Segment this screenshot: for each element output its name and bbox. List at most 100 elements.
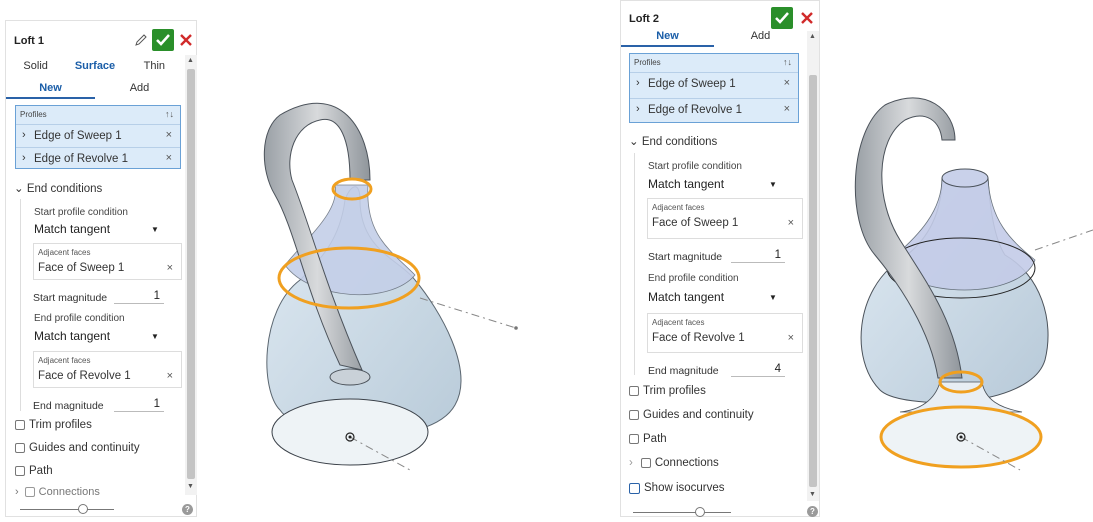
end-magnitude-input[interactable]: 4 [731, 363, 785, 377]
guides-continuity-label: Guides and continuity [29, 442, 140, 454]
remove-icon[interactable]: × [784, 77, 790, 89]
confirm-button[interactable] [152, 29, 174, 51]
connections-checkbox[interactable]: › Connections [629, 457, 719, 469]
confirm-button[interactable] [771, 7, 793, 29]
pencil-icon[interactable] [134, 33, 148, 47]
connections-checkbox[interactable]: › Connections [15, 486, 100, 498]
checkbox[interactable] [15, 443, 25, 453]
start-magnitude-input[interactable]: 1 [731, 249, 785, 263]
checkbox[interactable] [640, 458, 651, 468]
scrollbar[interactable]: ▲ ▼ [807, 31, 819, 501]
chevron-down-icon[interactable]: ⌄ [14, 183, 24, 195]
end-adjacent-faces-field[interactable]: Adjacent faces Face of Revolve 1 × [33, 351, 182, 388]
tab-add[interactable]: Add [714, 27, 807, 47]
chevron-right-icon[interactable]: › [22, 129, 26, 141]
end-adjacent-faces-field[interactable]: Adjacent faces Face of Revolve 1 × [647, 313, 803, 353]
tab-new[interactable]: New [6, 79, 95, 99]
checkbox[interactable] [629, 386, 639, 396]
chevron-right-icon[interactable]: › [22, 152, 26, 164]
path-checkbox[interactable]: Path [15, 465, 53, 477]
adjacent-faces-value: Face of Revolve 1 [652, 332, 745, 344]
section-guide-line [634, 153, 635, 375]
sort-icon[interactable]: ↑↓ [783, 57, 792, 67]
tab-add[interactable]: Add [95, 79, 184, 99]
operation-tabs: New Add [621, 27, 807, 47]
guides-continuity-checkbox[interactable]: Guides and continuity [629, 409, 754, 421]
path-checkbox[interactable]: Path [629, 433, 667, 445]
trim-profiles-checkbox[interactable]: Trim profiles [15, 419, 92, 431]
scroll-down-icon[interactable]: ▼ [187, 483, 194, 490]
viewport-2[interactable] [830, 60, 1093, 517]
remove-icon[interactable]: × [166, 152, 172, 164]
caret-down-icon[interactable]: ▼ [769, 293, 777, 302]
show-isocurves-checkbox[interactable]: Show isocurves [629, 482, 725, 494]
end-magnitude-input[interactable]: 1 [114, 398, 164, 412]
checkbox[interactable] [629, 434, 639, 444]
end-profile-condition-select[interactable]: Match tangent [34, 329, 110, 343]
end-conditions-label: End conditions [26, 183, 103, 195]
start-profile-condition-label: Start profile condition [34, 207, 128, 218]
adjacent-faces-label: Adjacent faces [652, 318, 705, 327]
remove-icon[interactable]: × [167, 262, 173, 274]
guides-continuity-checkbox[interactable]: Guides and continuity [15, 442, 140, 454]
remove-icon[interactable]: × [788, 217, 794, 229]
help-icon[interactable]: ? [182, 504, 193, 515]
chevron-right-icon[interactable]: › [15, 486, 19, 498]
profile-item[interactable]: › Edge of Revolve 1 × [630, 98, 798, 122]
tab-thin[interactable]: Thin [125, 57, 184, 75]
end-conditions-section[interactable]: ⌄ End conditions [14, 181, 102, 195]
checkbox[interactable] [15, 466, 25, 476]
help-icon[interactable]: ? [807, 506, 818, 517]
loft-1-dialog: Loft 1 Solid Surface Thin New Add Profil… [5, 20, 197, 517]
checkbox[interactable] [15, 420, 25, 430]
chevron-down-icon[interactable]: ⌄ [629, 136, 639, 148]
scroll-up-icon[interactable]: ▲ [809, 33, 816, 40]
cancel-button[interactable] [179, 33, 193, 47]
slider-knob[interactable] [78, 504, 88, 514]
tab-new[interactable]: New [621, 27, 714, 47]
start-adjacent-faces-field[interactable]: Adjacent faces Face of Sweep 1 × [647, 198, 803, 239]
chevron-right-icon[interactable]: › [636, 103, 640, 115]
scroll-thumb[interactable] [809, 75, 817, 487]
sort-icon[interactable]: ↑↓ [165, 109, 174, 119]
profiles-field[interactable]: Profiles ↑↓ › Edge of Sweep 1 × › Edge o… [629, 53, 799, 123]
start-profile-condition-select[interactable]: Match tangent [34, 222, 110, 236]
tab-solid[interactable]: Solid [6, 57, 65, 75]
cancel-button[interactable] [800, 11, 814, 25]
remove-icon[interactable]: × [788, 332, 794, 344]
scroll-thumb[interactable] [187, 69, 195, 479]
klein-bottle-model-2[interactable] [830, 60, 1093, 517]
profile-item[interactable]: › Edge of Revolve 1 × [16, 147, 180, 169]
trim-profiles-label: Trim profiles [643, 385, 706, 397]
end-profile-condition-select[interactable]: Match tangent [648, 290, 724, 304]
scroll-up-icon[interactable]: ▲ [187, 57, 194, 64]
caret-down-icon[interactable]: ▼ [151, 225, 159, 234]
profiles-field[interactable]: Profiles ↑↓ › Edge of Sweep 1 × › Edge o… [15, 105, 181, 169]
start-profile-condition-select[interactable]: Match tangent [648, 177, 724, 191]
profile-item[interactable]: › Edge of Sweep 1 × [16, 124, 180, 146]
panel-size-slider[interactable] [633, 512, 731, 513]
scrollbar[interactable]: ▲ ▼ [185, 55, 197, 495]
caret-down-icon[interactable]: ▼ [151, 332, 159, 341]
end-conditions-section[interactable]: ⌄ End conditions [629, 134, 717, 148]
remove-icon[interactable]: × [784, 103, 790, 115]
trim-profiles-checkbox[interactable]: Trim profiles [629, 385, 706, 397]
klein-bottle-model-1[interactable] [200, 60, 540, 517]
checkbox[interactable] [24, 487, 35, 497]
remove-icon[interactable]: × [166, 129, 172, 141]
caret-down-icon[interactable]: ▼ [769, 180, 777, 189]
tab-surface[interactable]: Surface [65, 57, 124, 75]
chevron-right-icon[interactable]: › [636, 77, 640, 89]
scroll-down-icon[interactable]: ▼ [809, 491, 816, 498]
panel-size-slider[interactable] [20, 509, 114, 510]
remove-icon[interactable]: × [167, 370, 173, 382]
chevron-right-icon[interactable]: › [629, 457, 633, 469]
body-type-tabs: Solid Surface Thin [6, 57, 184, 75]
start-adjacent-faces-field[interactable]: Adjacent faces Face of Sweep 1 × [33, 243, 182, 280]
checkbox[interactable] [629, 482, 640, 494]
start-magnitude-input[interactable]: 1 [114, 290, 164, 304]
viewport-1[interactable] [200, 60, 540, 517]
profile-item[interactable]: › Edge of Sweep 1 × [630, 72, 798, 96]
slider-knob[interactable] [695, 507, 705, 517]
checkbox[interactable] [629, 410, 639, 420]
